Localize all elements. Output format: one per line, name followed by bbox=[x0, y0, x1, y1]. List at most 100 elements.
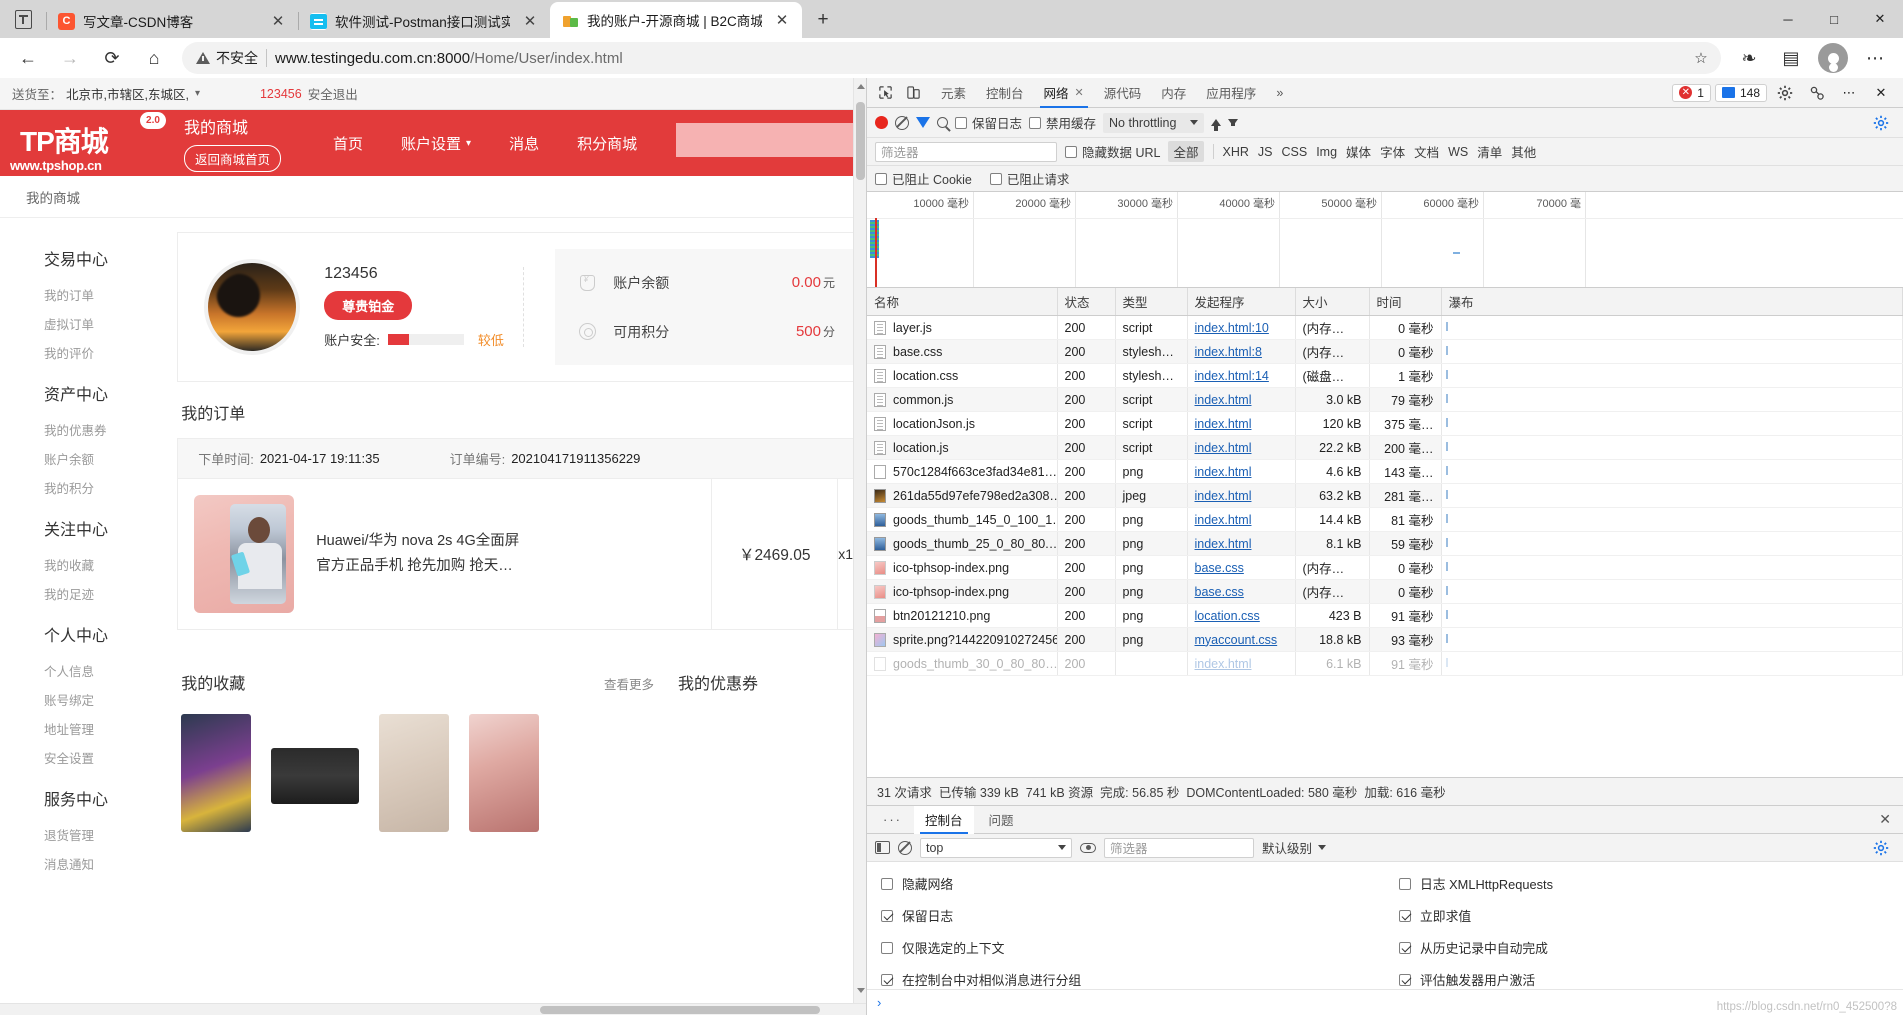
home-button[interactable]: ⌂ bbox=[134, 41, 174, 75]
table-row[interactable]: btn20121210.png 200 png location.css 423 B 91… bbox=[867, 603, 1903, 628]
filter-type-font[interactable]: 字体 bbox=[1380, 142, 1405, 161]
blocked-requests-checkbox[interactable] bbox=[989, 172, 1002, 185]
filter-type-js[interactable]: JS bbox=[1258, 145, 1273, 159]
col-size[interactable]: 大小 bbox=[1295, 288, 1370, 316]
topbar-username[interactable]: 123456 bbox=[260, 87, 302, 101]
preserve-log-checkbox[interactable] bbox=[881, 909, 893, 922]
browser-tab-1[interactable]: C 写文章-CSDN博客 ✕ bbox=[46, 4, 298, 38]
console-level-select[interactable]: 默认级别 bbox=[1262, 838, 1327, 857]
browser-tab-2[interactable]: 软件测试-Postman接口测试实战 ✕ bbox=[298, 4, 550, 38]
console-context-select[interactable]: top bbox=[920, 837, 1072, 858]
favorite-item[interactable] bbox=[469, 714, 540, 832]
preserve-log-checkbox[interactable] bbox=[955, 116, 967, 129]
disable-cache-option[interactable]: 禁用缓存 bbox=[1029, 113, 1096, 132]
clear-console-icon[interactable] bbox=[898, 840, 912, 855]
user-activation-checkbox[interactable] bbox=[1399, 973, 1411, 986]
nav-item-account-settings[interactable]: 账户设置 ▾ bbox=[401, 133, 471, 154]
close-drawer-icon[interactable]: ✕ bbox=[1879, 811, 1895, 828]
option-selected-context-only[interactable]: 仅限选定的上下文 bbox=[881, 938, 1385, 957]
collections-icon[interactable]: ❧ bbox=[1729, 41, 1769, 75]
option-eager-eval[interactable]: 立即求值 bbox=[1399, 906, 1903, 925]
col-time[interactable]: 时间 bbox=[1369, 288, 1442, 316]
more-icon[interactable]: ⋯ bbox=[1855, 41, 1895, 75]
inspect-element-icon[interactable] bbox=[871, 80, 899, 106]
close-network-tab-icon[interactable]: ✕ bbox=[1075, 86, 1084, 99]
hide-data-urls-checkbox[interactable] bbox=[1065, 145, 1077, 158]
favorite-item[interactable] bbox=[271, 748, 360, 804]
sidebar-item-security[interactable]: 安全设置 bbox=[0, 743, 167, 772]
table-row[interactable]: ico-tphsop-index.png 200 png base.css (内存… 0 … bbox=[867, 579, 1903, 604]
option-user-activation[interactable]: 评估触发器用户激活 bbox=[1399, 970, 1903, 989]
table-row[interactable]: base.css 200 stylesh… index.html:8 (内存… 0 毫秒 bbox=[867, 339, 1903, 364]
console-settings-gear-icon[interactable] bbox=[1867, 835, 1895, 861]
filter-type-ws[interactable]: WS bbox=[1448, 145, 1468, 159]
minimize-button[interactable]: ─ bbox=[1765, 0, 1811, 38]
network-settings-gear-icon[interactable] bbox=[1867, 110, 1895, 136]
scroll-up-arrow-icon[interactable] bbox=[857, 84, 865, 89]
scrollbar-thumb[interactable] bbox=[856, 102, 865, 180]
delivery-address[interactable]: 北京市,市辖区,东城区, bbox=[66, 84, 189, 103]
sidebar-item-footprint[interactable]: 我的足迹 bbox=[0, 579, 167, 608]
sidebar-item-balance[interactable]: 账户余额 bbox=[0, 444, 167, 473]
filter-type-other[interactable]: 其他 bbox=[1511, 142, 1536, 161]
close-window-button[interactable]: ✕ bbox=[1857, 0, 1903, 38]
gear-icon[interactable] bbox=[1771, 80, 1799, 106]
table-row[interactable]: location.css 200 stylesh… index.html:14 (磁盘…… bbox=[867, 363, 1903, 388]
tab-sources[interactable]: 源代码 bbox=[1094, 78, 1152, 108]
address-bar[interactable]: 不安全 www.testingedu.com.cn:8000/Home/User… bbox=[182, 42, 1721, 74]
extensions-icon[interactable]: ▤ bbox=[1771, 41, 1811, 75]
clear-icon[interactable] bbox=[895, 115, 909, 130]
export-har-icon[interactable] bbox=[1228, 119, 1239, 126]
group-similar-checkbox[interactable] bbox=[881, 973, 893, 986]
sidebar-item-account-binding[interactable]: 账号绑定 bbox=[0, 685, 167, 714]
table-row[interactable]: sprite.png?144220910272456 200 png myaccoun… bbox=[867, 627, 1903, 652]
sidebar-item-returns[interactable]: 退货管理 bbox=[0, 820, 167, 849]
network-request-table-wrap[interactable]: 名称 状态 类型 发起程序 大小 时间 瀑布 layer.js 200 script… bbox=[867, 288, 1903, 777]
table-row[interactable]: goods_thumb_25_0_80_80.… 200 png index.html… bbox=[867, 531, 1903, 556]
blocked-cookies-checkbox[interactable] bbox=[875, 172, 887, 185]
page-horizontal-scrollbar[interactable] bbox=[0, 1003, 866, 1015]
drawer-tab-issues[interactable]: 问题 bbox=[978, 806, 1025, 834]
filter-type-img[interactable]: Img bbox=[1316, 145, 1337, 159]
browser-tab-2-close[interactable]: ✕ bbox=[518, 9, 542, 33]
sidebar-item-my-reviews[interactable]: 我的评价 bbox=[0, 338, 167, 367]
console-filter-input[interactable]: 筛选器 bbox=[1104, 837, 1254, 858]
import-har-icon[interactable] bbox=[1211, 119, 1222, 131]
eager-eval-checkbox[interactable] bbox=[1399, 909, 1411, 922]
sidebar-item-address-manage[interactable]: 地址管理 bbox=[0, 714, 167, 743]
preserve-log-option[interactable]: 保留日志 bbox=[955, 113, 1022, 132]
blocked-cookies-option[interactable]: 已阻止 Cookie bbox=[875, 169, 972, 188]
option-log-xhr[interactable]: 日志 XMLHttpRequests bbox=[1399, 874, 1903, 893]
back-button[interactable]: ← bbox=[8, 41, 48, 75]
nav-item-home[interactable]: 首页 bbox=[333, 133, 363, 154]
col-type[interactable]: 类型 bbox=[1115, 288, 1188, 316]
tab-elements[interactable]: 元素 bbox=[931, 78, 976, 108]
table-row[interactable]: goods_thumb_30_0_80_80… 200 index.html 6.1 … bbox=[867, 651, 1903, 676]
nav-item-points-mall[interactable]: 积分商城 bbox=[577, 133, 637, 154]
record-icon[interactable] bbox=[875, 116, 888, 129]
scroll-down-arrow-icon[interactable] bbox=[857, 988, 865, 993]
order-product[interactable]: Huawei/华为 nova 2s 4G全面屏 官方正品手机 抢先加购 抢天… bbox=[178, 479, 713, 629]
close-devtools-icon[interactable]: ✕ bbox=[1867, 80, 1895, 106]
filter-type-doc[interactable]: 文档 bbox=[1414, 142, 1439, 161]
table-row[interactable]: goods_thumb_145_0_100_1… 200 png index.html… bbox=[867, 507, 1903, 532]
filter-type-xhr[interactable]: XHR bbox=[1223, 145, 1249, 159]
hscrollbar-thumb[interactable] bbox=[540, 1006, 820, 1014]
tabs-overflow-icon[interactable]: » bbox=[1266, 78, 1293, 108]
sidebar-item-personal-info[interactable]: 个人信息 bbox=[0, 656, 167, 685]
table-row[interactable]: 570c1284f663ce3fad34e81… 200 png index.html… bbox=[867, 459, 1903, 484]
option-hide-network[interactable]: 隐藏网络 bbox=[881, 874, 1385, 893]
logout-link[interactable]: 安全退出 bbox=[308, 84, 358, 103]
more-options-icon[interactable]: ⋯ bbox=[1835, 80, 1863, 106]
favorite-item[interactable] bbox=[379, 714, 450, 832]
search-icon[interactable] bbox=[937, 117, 948, 128]
browser-tab-3[interactable]: 我的账户-开源商城 | B2C商城 | B2 ✕ bbox=[550, 2, 802, 38]
drawer-more-icon[interactable]: ··· bbox=[875, 812, 910, 827]
security-indicator[interactable]: 不安全 bbox=[196, 48, 258, 68]
selected-context-checkbox[interactable] bbox=[881, 941, 893, 954]
nav-item-messages[interactable]: 消息 bbox=[509, 133, 539, 154]
device-toolbar-icon[interactable] bbox=[899, 80, 927, 106]
site-search-box[interactable] bbox=[676, 123, 866, 157]
table-row[interactable]: common.js 200 script index.html 3.0 kB 79 毫秒 bbox=[867, 387, 1903, 412]
col-status[interactable]: 状态 bbox=[1057, 288, 1116, 316]
